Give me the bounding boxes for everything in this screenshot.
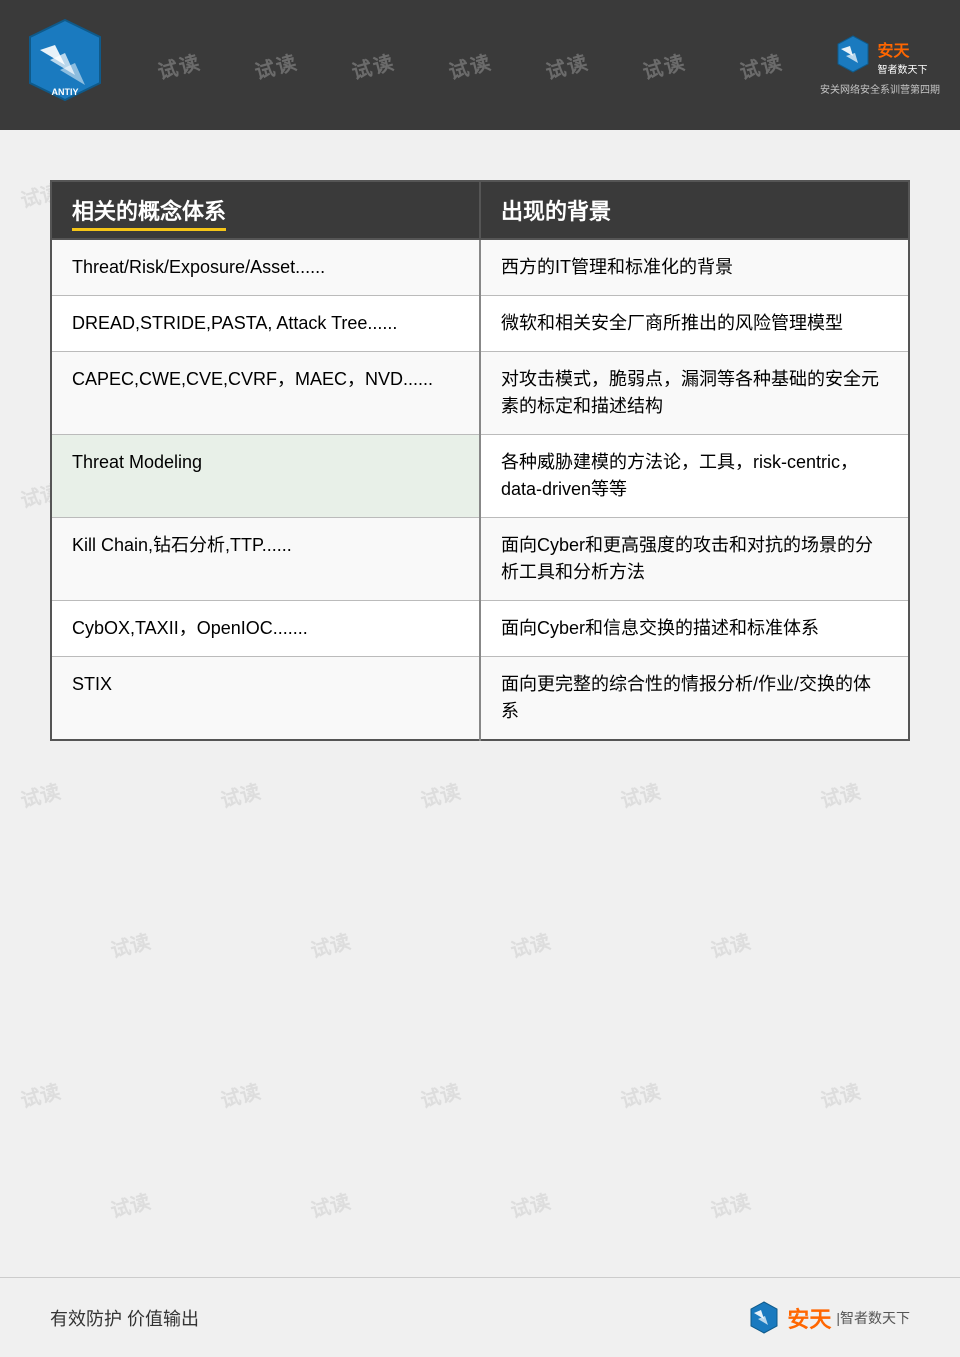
table-row: DREAD,STRIDE,PASTA, Attack Tree......微软和… <box>51 296 909 352</box>
table-row: Kill Chain,钻石分析,TTP......面向Cyber和更高强度的攻击… <box>51 518 909 601</box>
col1-header: 相关的概念体系 <box>51 181 480 239</box>
table-cell-background: 面向Cyber和信息交换的描述和标准体系 <box>480 601 909 657</box>
header-logo: ANTIY <box>20 15 120 115</box>
table-row: CAPEC,CWE,CVE,CVRF，MAEC，NVD......对攻击模式，脆… <box>51 352 909 435</box>
body-watermark-18: 试读 <box>17 775 63 813</box>
main-content: 相关的概念体系 出现的背景 Threat/Risk/Exposure/Asset… <box>0 130 960 771</box>
table-row: STIX面向更完整的综合性的情报分析/作业/交换的体系 <box>51 657 909 741</box>
table-cell-background: 面向更完整的综合性的情报分析/作业/交换的体系 <box>480 657 909 741</box>
header-watermarks: 试读 试读 试读 试读 试读 试读 试读 <box>120 51 820 80</box>
watermark-7: 试读 <box>736 51 786 80</box>
footer-slogan: 有效防护 价值输出 <box>50 1305 199 1331</box>
table-cell-background: 微软和相关安全厂商所推出的风险管理模型 <box>480 296 909 352</box>
body-watermark-30: 试读 <box>617 1075 663 1113</box>
body-watermark-31: 试读 <box>817 1075 863 1113</box>
body-watermark-29: 试读 <box>417 1075 463 1113</box>
table-cell-background: 各种威胁建模的方法论，工具，risk-centric，data-driven等等 <box>480 435 909 518</box>
table-row: Threat/Risk/Exposure/Asset......西方的IT管理和… <box>51 239 909 296</box>
header-right-logo: 安天 智者数天下 安关网络安全系训营第四期 <box>820 25 940 105</box>
body-watermark-20: 试读 <box>417 775 463 813</box>
table-cell-concept: DREAD,STRIDE,PASTA, Attack Tree...... <box>51 296 480 352</box>
col2-header: 出现的背景 <box>480 181 909 239</box>
body-watermark-33: 试读 <box>307 1185 353 1223</box>
body-watermark-25: 试读 <box>507 925 553 963</box>
body-watermark-35: 试读 <box>707 1185 753 1223</box>
header: ANTIY 试读 试读 试读 试读 试读 试读 试读 安天 智者数天下 安关网络… <box>0 0 960 130</box>
footer-logo: 安天 |智者数天下 <box>747 1300 910 1335</box>
body-watermark-27: 试读 <box>17 1075 63 1113</box>
table-cell-background: 西方的IT管理和标准化的背景 <box>480 239 909 296</box>
table-cell-concept: Threat/Risk/Exposure/Asset...... <box>51 239 480 296</box>
table-cell-concept: Threat Modeling <box>51 435 480 518</box>
watermark-6: 试读 <box>639 51 689 80</box>
table-cell-background: 面向Cyber和更高强度的攻击和对抗的场景的分析工具和分析方法 <box>480 518 909 601</box>
table-cell-concept: CybOX,TAXII，OpenIOC....... <box>51 601 480 657</box>
body-watermark-34: 试读 <box>507 1185 553 1223</box>
body-watermark-24: 试读 <box>307 925 353 963</box>
body-watermark-21: 试读 <box>617 775 663 813</box>
body-watermark-22: 试读 <box>817 775 863 813</box>
right-logo-icon <box>833 34 873 79</box>
table-cell-concept: Kill Chain,钻石分析,TTP...... <box>51 518 480 601</box>
watermark-2: 试读 <box>251 51 301 80</box>
footer: 有效防护 价值输出 安天 |智者数天下 <box>0 1277 960 1357</box>
right-logo-subtitle: 安关网络安全系训营第四期 <box>820 81 940 96</box>
data-table: 相关的概念体系 出现的背景 Threat/Risk/Exposure/Asset… <box>50 180 910 741</box>
watermark-3: 试读 <box>348 51 398 80</box>
body-watermark-23: 试读 <box>107 925 153 963</box>
watermark-1: 试读 <box>154 51 204 80</box>
svg-text:ANTIY: ANTIY <box>52 87 79 97</box>
watermark-5: 试读 <box>542 51 592 80</box>
body-watermark-19: 试读 <box>217 775 263 813</box>
table-row: CybOX,TAXII，OpenIOC.......面向Cyber和信息交换的描… <box>51 601 909 657</box>
table-cell-concept: CAPEC,CWE,CVE,CVRF，MAEC，NVD...... <box>51 352 480 435</box>
body-watermark-26: 试读 <box>707 925 753 963</box>
table-cell-background: 对攻击模式，脆弱点，漏洞等各种基础的安全元素的标定和描述结构 <box>480 352 909 435</box>
table-cell-concept: STIX <box>51 657 480 741</box>
table-row: Threat Modeling各种威胁建模的方法论，工具，risk-centri… <box>51 435 909 518</box>
footer-logo-sub: |智者数天下 <box>836 1308 910 1328</box>
body-watermark-28: 试读 <box>217 1075 263 1113</box>
body-watermark-32: 试读 <box>107 1185 153 1223</box>
footer-logo-text: 安天 <box>787 1302 831 1334</box>
watermark-4: 试读 <box>445 51 495 80</box>
